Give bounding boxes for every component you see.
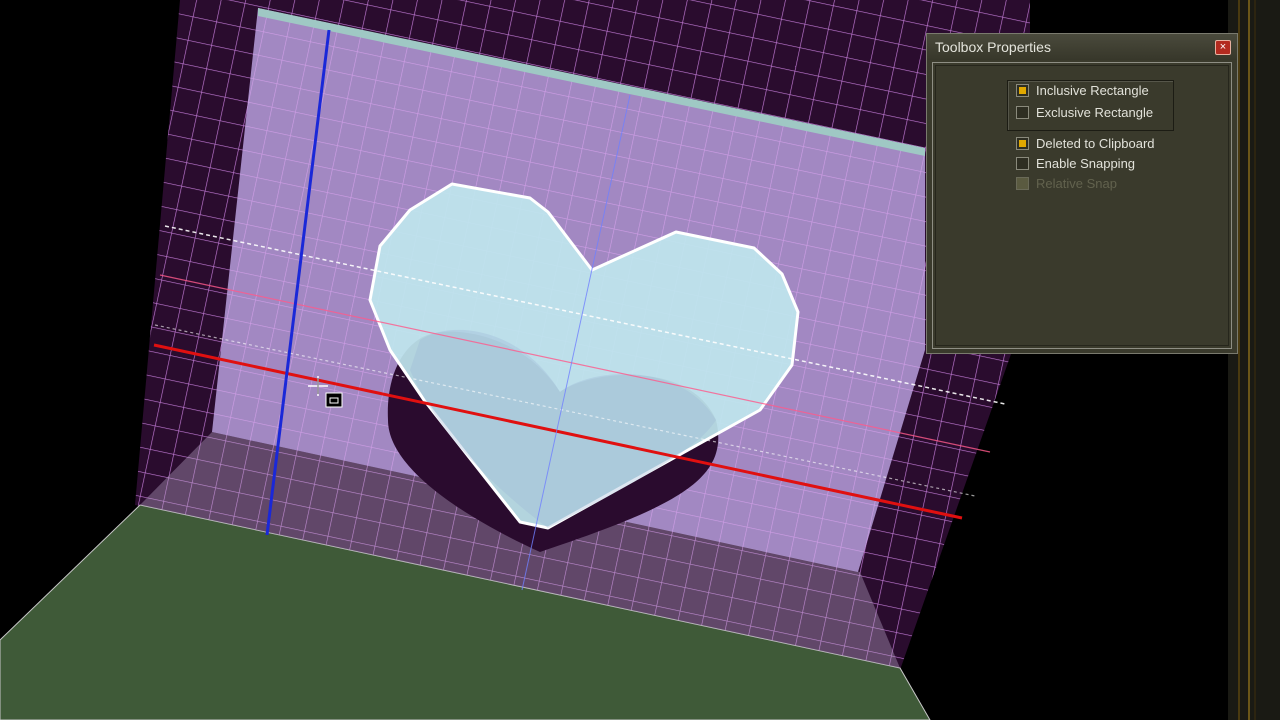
- checkbox-inclusive-rectangle[interactable]: [1016, 84, 1029, 97]
- option-label: Inclusive Rectangle: [1036, 83, 1149, 98]
- option-label: Exclusive Rectangle: [1036, 105, 1154, 120]
- option-label: Enable Snapping: [1036, 156, 1136, 171]
- checkbox-deleted-to-clipboard[interactable]: [1016, 137, 1029, 150]
- dialog-body: Inclusive Rectangle Exclusive Rectangle …: [932, 62, 1232, 349]
- checkbox-exclusive-rectangle[interactable]: [1016, 106, 1029, 119]
- dialog-titlebar[interactable]: Toolbox Properties ×: [927, 34, 1237, 60]
- checkbox-enable-snapping[interactable]: [1016, 157, 1029, 170]
- option-label: Relative Snap: [1036, 176, 1117, 191]
- toolbox-properties-dialog[interactable]: Toolbox Properties × Inclusive Rectangle…: [926, 33, 1238, 354]
- close-icon: ×: [1219, 41, 1227, 53]
- dialog-title: Toolbox Properties: [935, 39, 1051, 55]
- close-button[interactable]: ×: [1215, 40, 1231, 55]
- checkbox-relative-snap: [1016, 177, 1029, 190]
- option-label: Deleted to Clipboard: [1036, 136, 1155, 151]
